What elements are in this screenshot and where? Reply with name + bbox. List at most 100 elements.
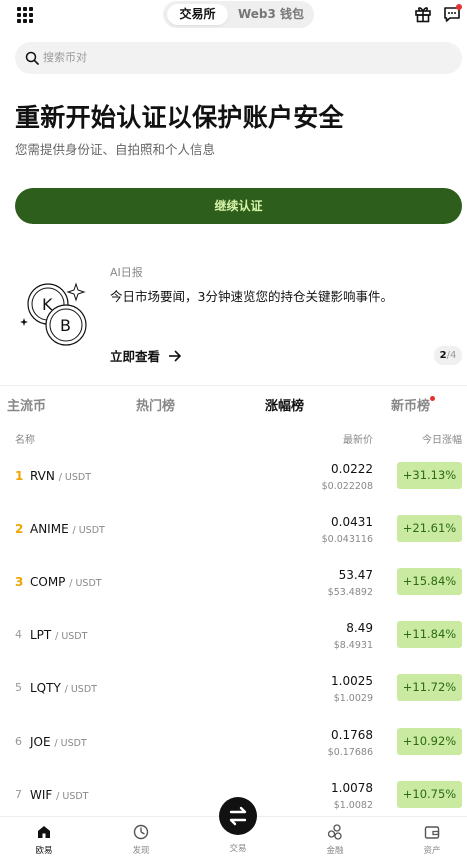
page-subtitle: 您需提供身份证、自拍照和个人信息 — [15, 142, 216, 157]
nav-label: 金融 — [326, 846, 344, 856]
nav-label: 资产 — [423, 846, 441, 856]
ai-daily-text: 今日市场要闻，3分钟速览您的持仓关键影响事件。 — [110, 289, 393, 304]
row-change-badge[interactable]: +10.75% — [397, 781, 462, 808]
tab-mainstream[interactable]: 主流币 — [7, 395, 46, 414]
home-icon — [38, 826, 50, 838]
nav-label: 欧易 — [35, 846, 53, 856]
column-change: 今日涨幅 — [422, 435, 462, 446]
tab-hot[interactable]: 热门榜 — [136, 395, 175, 414]
top-bar: 交易所 Web3 钱包 — [0, 0, 467, 30]
row-pair: ANIME / USDT — [30, 522, 105, 536]
market-row[interactable]: 5 LQTY / USDT 1.0025 $1.0029 +11.72% — [0, 674, 467, 727]
trade-fab-button[interactable] — [219, 797, 257, 835]
swap-icon — [229, 806, 247, 826]
column-name: 名称 — [15, 435, 35, 446]
nav-finance[interactable]: 金融 — [305, 823, 365, 856]
pair-base: JOE — [30, 735, 51, 749]
market-row[interactable]: 3 COMP / USDT 53.47 $53.4892 +15.84% — [0, 568, 467, 621]
row-pair: LPT / USDT — [30, 628, 87, 642]
market-row[interactable]: 4 LPT / USDT 8.49 $8.4931 +11.84% — [0, 621, 467, 674]
row-price: 0.0431 — [331, 515, 373, 529]
row-pair: COMP / USDT — [30, 575, 102, 589]
nav-label: 交易 — [229, 844, 247, 854]
row-change-badge[interactable]: +31.13% — [397, 462, 462, 489]
search-bar[interactable] — [15, 42, 462, 74]
pair-base: WIF — [30, 788, 53, 802]
nav-assets[interactable]: 资产 — [402, 823, 462, 856]
gift-icon[interactable] — [414, 5, 432, 23]
row-change-badge[interactable]: +21.61% — [397, 515, 462, 542]
row-price-usd: $0.17686 — [327, 747, 373, 758]
apps-grid-icon[interactable] — [17, 7, 33, 23]
view-now-link[interactable]: 立即查看 — [110, 346, 182, 365]
tab-web3-wallet[interactable]: Web3 钱包 — [233, 4, 309, 25]
mode-switch: 交易所 Web3 钱包 — [163, 1, 314, 28]
svg-text:B: B — [60, 316, 71, 335]
row-price: 8.49 — [346, 621, 373, 635]
pager-current: 2 — [439, 350, 447, 361]
row-price: 53.47 — [338, 568, 373, 582]
row-change-badge[interactable]: +15.84% — [397, 568, 462, 595]
wallet-icon — [424, 826, 440, 839]
pair-quote: / USDT — [58, 472, 92, 483]
pair-quote: / USDT — [56, 791, 89, 802]
nav-trade[interactable]: 交易 — [208, 839, 268, 854]
finance-icon — [327, 824, 342, 840]
row-price-usd: $1.0082 — [333, 800, 373, 811]
column-price: 最新价 — [343, 435, 373, 446]
pair-base: LPT — [30, 628, 52, 642]
row-change-badge[interactable]: +11.84% — [397, 621, 462, 648]
row-price-usd: $8.4931 — [333, 640, 373, 651]
row-rank: 1 — [15, 469, 24, 483]
nav-home[interactable]: 欧易 — [14, 823, 74, 856]
row-rank: 3 — [15, 575, 24, 589]
view-now-label: 立即查看 — [110, 349, 161, 364]
row-price: 0.1768 — [331, 728, 373, 742]
market-row[interactable]: 2 ANIME / USDT 0.0431 $0.043116 +21.61% — [0, 515, 467, 568]
pair-quote: / USDT — [69, 578, 102, 589]
arrow-right-icon — [169, 349, 182, 362]
notification-dot — [456, 4, 462, 10]
market-tabs: 主流币 热门榜 涨幅榜 新币榜 — [0, 395, 467, 417]
pager-total: /4 — [446, 350, 457, 361]
ai-daily-tag: AI日报 — [110, 266, 143, 279]
pair-quote: / USDT — [64, 684, 97, 695]
page-title: 重新开始认证以保护账户安全 — [15, 103, 344, 132]
row-rank: 2 — [15, 522, 24, 536]
pair-base: LQTY — [30, 681, 61, 695]
coins-illustration-icon: K B — [20, 282, 87, 346]
row-price-usd: $53.4892 — [327, 587, 373, 598]
row-change-badge[interactable]: +11.72% — [397, 674, 462, 701]
tab-new-coins[interactable]: 新币榜 — [391, 395, 430, 414]
row-pair: JOE / USDT — [30, 735, 87, 749]
continue-verification-button[interactable]: 继续认证 — [15, 188, 462, 224]
tab-gainers[interactable]: 涨幅榜 — [265, 395, 304, 414]
row-price: 1.0025 — [331, 674, 373, 688]
pair-quote: / USDT — [54, 738, 87, 749]
discover-icon — [133, 824, 149, 840]
search-input[interactable] — [43, 42, 443, 74]
section-divider — [0, 385, 467, 386]
market-row[interactable]: 6 JOE / USDT 0.1768 $0.17686 +10.92% — [0, 728, 467, 781]
row-change-badge[interactable]: +10.92% — [397, 728, 462, 755]
row-pair: WIF / USDT — [30, 788, 88, 802]
nav-discover[interactable]: 发现 — [111, 823, 171, 856]
pair-base: COMP — [30, 575, 66, 589]
row-price-usd: $0.043116 — [321, 534, 373, 545]
row-rank: 6 — [15, 735, 22, 748]
pair-base: ANIME — [30, 522, 69, 536]
search-icon — [25, 51, 39, 65]
carousel-pager: 2/4 — [434, 346, 462, 365]
nav-label: 发现 — [132, 846, 150, 856]
market-row[interactable]: 1 RVN / USDT 0.0222 $0.022208 +31.13% — [0, 462, 467, 515]
new-coins-dot — [430, 396, 435, 401]
row-price: 1.0078 — [331, 781, 373, 795]
pair-quote: / USDT — [55, 631, 88, 642]
tab-exchange[interactable]: 交易所 — [167, 4, 228, 25]
pair-base: RVN — [30, 469, 55, 483]
row-price-usd: $1.0029 — [333, 693, 373, 704]
pair-quote: / USDT — [72, 525, 105, 536]
row-pair: RVN / USDT — [30, 469, 91, 483]
row-pair: LQTY / USDT — [30, 681, 97, 695]
row-price-usd: $0.022208 — [321, 481, 373, 492]
